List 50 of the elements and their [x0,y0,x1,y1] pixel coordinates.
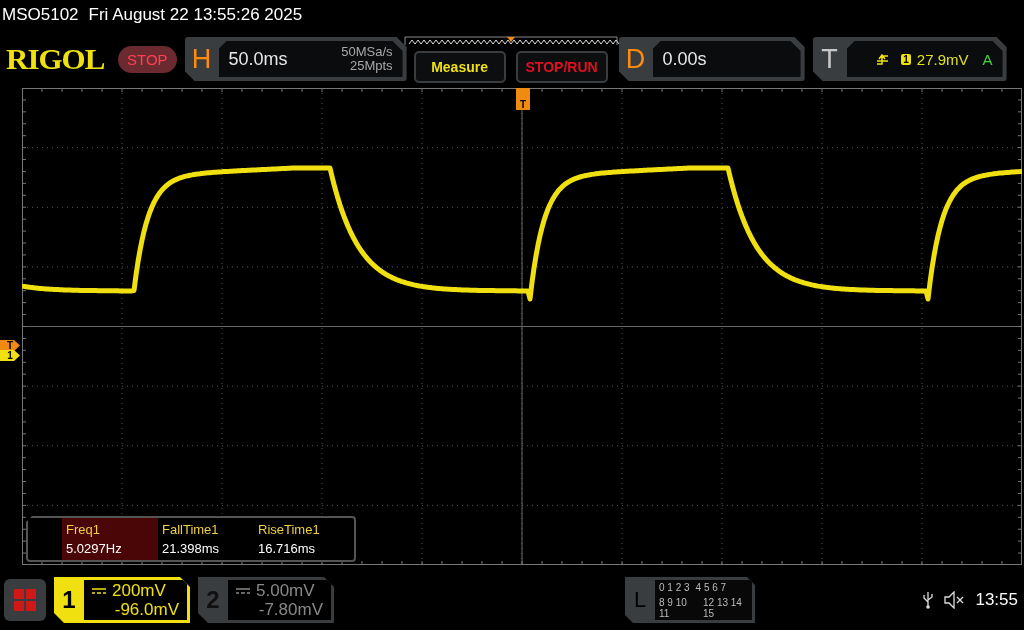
horizontal-panel[interactable]: H 50.0ms 50MSa/s 25Mpts [184,37,407,81]
delay-label: D [624,42,647,76]
trigger-level-marker[interactable]: T [0,340,20,351]
date-time: Fri August 22 13:55:26 2025 [88,5,303,25]
delay-panel[interactable]: D 0.00s [618,37,805,81]
trigger-source: 1 [901,53,911,65]
trigger-position-marker[interactable]: T [516,88,530,110]
measurement-item[interactable]: FallTime1 21.398ms [158,518,254,560]
logic-panel[interactable]: L 0 1 2 3 4 5 6 7 8 9 10 11 12 13 14 15 [625,577,755,623]
measurement-name: RiseTime1 [258,522,321,537]
digital-channel-numbers: 0 1 2 3 [659,581,690,593]
usb-icon[interactable] [923,591,934,609]
logic-label: L [632,586,648,614]
timebase-scale: 50.0ms [228,48,288,70]
menu-button[interactable] [4,579,46,621]
dc-coupling-icon [236,587,250,594]
digital-channel-numbers: 12 13 14 15 [703,596,743,619]
delay-value: 0.00s [662,48,707,70]
model-name: MSO5102 [2,5,79,25]
measurement-name: Freq1 [66,522,101,537]
measurement-value: 21.398ms [162,541,221,556]
measurement-name: FallTime1 [162,522,220,537]
sample-rate: 50MSa/s [341,45,393,59]
measurement-item[interactable]: Freq1 5.0297Hz [62,518,158,560]
trigger-panel[interactable]: T 1 27.9mV A [812,37,1007,81]
dc-coupling-icon [92,587,106,594]
mute-icon[interactable] [943,591,966,609]
measurement-value: 5.0297Hz [66,541,123,556]
measurement-value: 16.716ms [258,541,317,556]
measure-button[interactable]: Measure [413,51,506,83]
grid-icon [14,589,36,611]
horizontal-label: H [190,42,213,76]
rising-edge-icon [877,53,890,65]
memory-depth: 25Mpts [348,59,393,73]
trigger-level: 27.9mV [916,50,969,68]
stop-run-button[interactable]: STOP/RUN [515,51,608,83]
channel-number: 1 [61,585,77,615]
vertical-offset: -7.80mV [257,600,324,619]
clock-time: 13:55 [975,590,1018,610]
trigger-mode: A [982,50,993,68]
digital-channel-numbers: 8 9 10 11 [659,596,688,619]
trigger-label: T [820,42,839,76]
brand-logo: RIGOL [6,41,106,77]
digital-channel-numbers: 4 5 6 7 [695,581,727,593]
measurement-item[interactable]: RiseTime1 16.716ms [254,518,350,560]
channel-offset-marker[interactable]: 1 [0,350,20,361]
vertical-scale: 5.00mV [256,581,315,600]
vertical-offset: -96.0mV [113,600,180,619]
channel-panel[interactable]: 1 200mV -96.0mV [54,577,190,623]
vertical-scale: 200mV [112,581,166,600]
